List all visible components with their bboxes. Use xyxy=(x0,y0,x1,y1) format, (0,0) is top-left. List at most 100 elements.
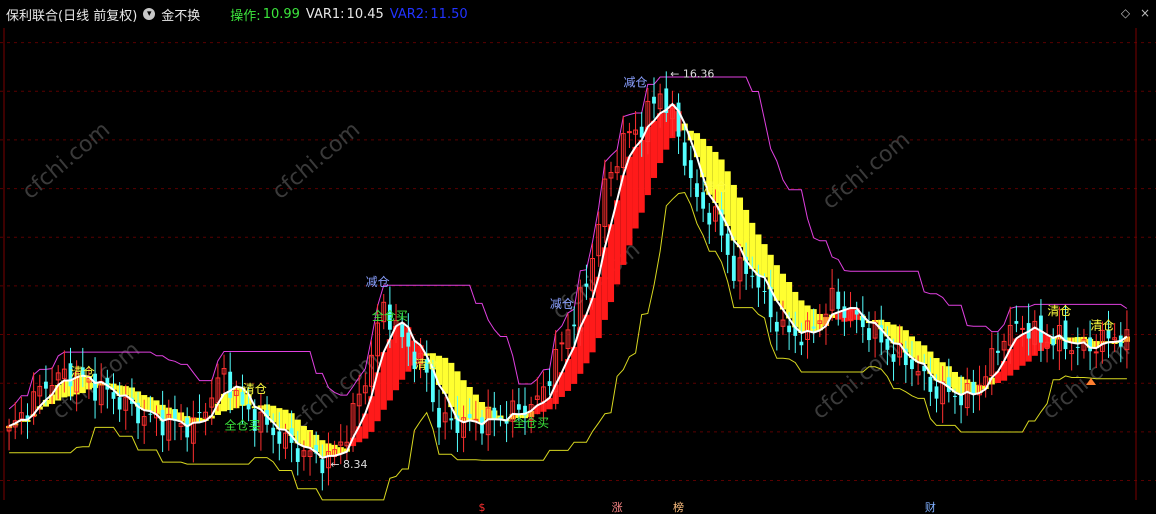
stock-title[interactable]: 保利联合(日线 前复权) xyxy=(6,5,137,24)
candle-body xyxy=(867,328,871,341)
watermark-text: cfchi.com xyxy=(18,117,115,204)
panel-controls: ◇ × xyxy=(1115,6,1150,20)
candle-body xyxy=(725,233,730,255)
trend-band-bar xyxy=(632,146,639,229)
trend-band-bar xyxy=(620,175,627,265)
candle-body xyxy=(516,404,521,410)
event-marker: 榜 xyxy=(673,500,684,514)
op-label: 操作: xyxy=(230,8,261,24)
candle-body xyxy=(449,418,454,421)
candle-body xyxy=(811,326,816,329)
candle-body xyxy=(572,324,577,327)
candle-body xyxy=(295,448,300,462)
candle-body xyxy=(1075,346,1080,348)
candle-body xyxy=(559,342,565,345)
signal-label: 清仓 xyxy=(1090,319,1114,333)
candle-body xyxy=(148,413,153,415)
candle-body xyxy=(701,192,706,209)
candle-body xyxy=(934,386,939,399)
op-value: 10.99 xyxy=(262,6,300,22)
var1-value: 10.45 xyxy=(346,6,384,22)
signal-label: 清仓 xyxy=(415,358,439,372)
event-marker: 涨 xyxy=(612,501,623,514)
candle-body xyxy=(836,291,841,309)
signal-label: 清仓 xyxy=(243,382,267,396)
signal-label: 减仓 xyxy=(624,75,648,89)
candle-body xyxy=(774,321,779,332)
candle-body xyxy=(953,395,957,398)
candle-body xyxy=(400,324,405,338)
close-icon[interactable]: × xyxy=(1140,6,1150,20)
candle-body xyxy=(971,382,976,395)
watermark-text: cfchi.com xyxy=(818,127,915,214)
candle-body xyxy=(1093,351,1099,354)
candle-body xyxy=(406,332,411,347)
candle-body xyxy=(885,338,890,350)
candle-body xyxy=(676,102,681,137)
signal-label: 减仓 xyxy=(366,275,390,289)
candle-body xyxy=(682,142,687,166)
candle-body xyxy=(762,290,767,292)
signal-label: 全仓买 xyxy=(513,415,549,430)
indicator-header: 保利联合(日线 前复权) ▾ 金不换 操作: 10.99 VAR1: 10.45… xyxy=(6,5,474,24)
candle-body xyxy=(750,275,755,277)
candle-body xyxy=(584,283,589,287)
candle-body xyxy=(731,255,736,281)
candle-body xyxy=(320,459,325,474)
signal-label: 全仓买 xyxy=(372,308,408,323)
candle-body xyxy=(277,431,282,444)
indicator-name[interactable]: 金不换 xyxy=(161,5,200,24)
candle-body xyxy=(111,392,116,399)
trend-band-bar xyxy=(736,197,744,248)
candle-body xyxy=(1039,315,1043,343)
candle-body xyxy=(271,427,276,436)
candle-body xyxy=(160,409,165,436)
candle-body xyxy=(688,160,693,179)
trend-band-bar xyxy=(626,156,633,246)
candle-body xyxy=(246,404,251,410)
signal-label: 减仓 xyxy=(550,297,574,311)
diamond-icon[interactable]: ◇ xyxy=(1121,6,1130,20)
watermark-text: cfchi.com xyxy=(808,337,905,424)
watermark-text: cfchi.com xyxy=(268,117,365,204)
candle-body xyxy=(197,412,202,414)
candle-body xyxy=(437,407,441,428)
signal-label: 全仓买 xyxy=(224,417,260,432)
trend-band-bar xyxy=(386,339,393,401)
candle-body xyxy=(1020,327,1025,330)
candle-body xyxy=(228,371,233,398)
candle-body xyxy=(946,377,951,392)
candle-body xyxy=(787,325,792,333)
var2-label: VAR2: xyxy=(389,6,429,22)
settings-dot-icon[interactable]: ▾ xyxy=(143,8,156,20)
candle-body xyxy=(492,407,497,418)
candle-body xyxy=(1014,321,1019,324)
signal-label: 清仓 xyxy=(703,180,727,194)
candle-body xyxy=(910,359,914,370)
var1-label: VAR1: xyxy=(305,6,345,22)
kline-chart[interactable]: cfchi.com cfchi.comcfchi.com cfchi.comcfch… xyxy=(0,0,1156,514)
trend-band-bar xyxy=(614,200,621,285)
kline-panel[interactable]: cfchi.com cfchi.com cfchi.com cfchi.com cfch… xyxy=(0,0,1156,514)
signal-label: 清仓 xyxy=(1047,304,1071,318)
candle-body xyxy=(627,131,632,134)
trend-band-bar xyxy=(730,184,737,241)
candle-body xyxy=(891,354,896,362)
candle-body xyxy=(996,350,1000,353)
high-price-label: ← 16.36 xyxy=(670,68,714,81)
candle-body xyxy=(117,397,122,410)
candle-body xyxy=(185,417,190,438)
candle-body xyxy=(928,376,933,392)
candle-body xyxy=(842,306,847,318)
trend-band-bar xyxy=(583,314,590,364)
candle-body xyxy=(1088,337,1092,352)
candle-body xyxy=(652,96,656,104)
candle-body xyxy=(799,341,804,346)
candle-body xyxy=(44,381,48,389)
candle-body xyxy=(1063,320,1068,350)
event-marker: 财 xyxy=(925,500,936,514)
trend-band-bar xyxy=(442,357,449,394)
event-marker: $ xyxy=(479,501,486,514)
trend-band-bar xyxy=(650,120,658,178)
var2-value: 11.50 xyxy=(430,6,468,22)
